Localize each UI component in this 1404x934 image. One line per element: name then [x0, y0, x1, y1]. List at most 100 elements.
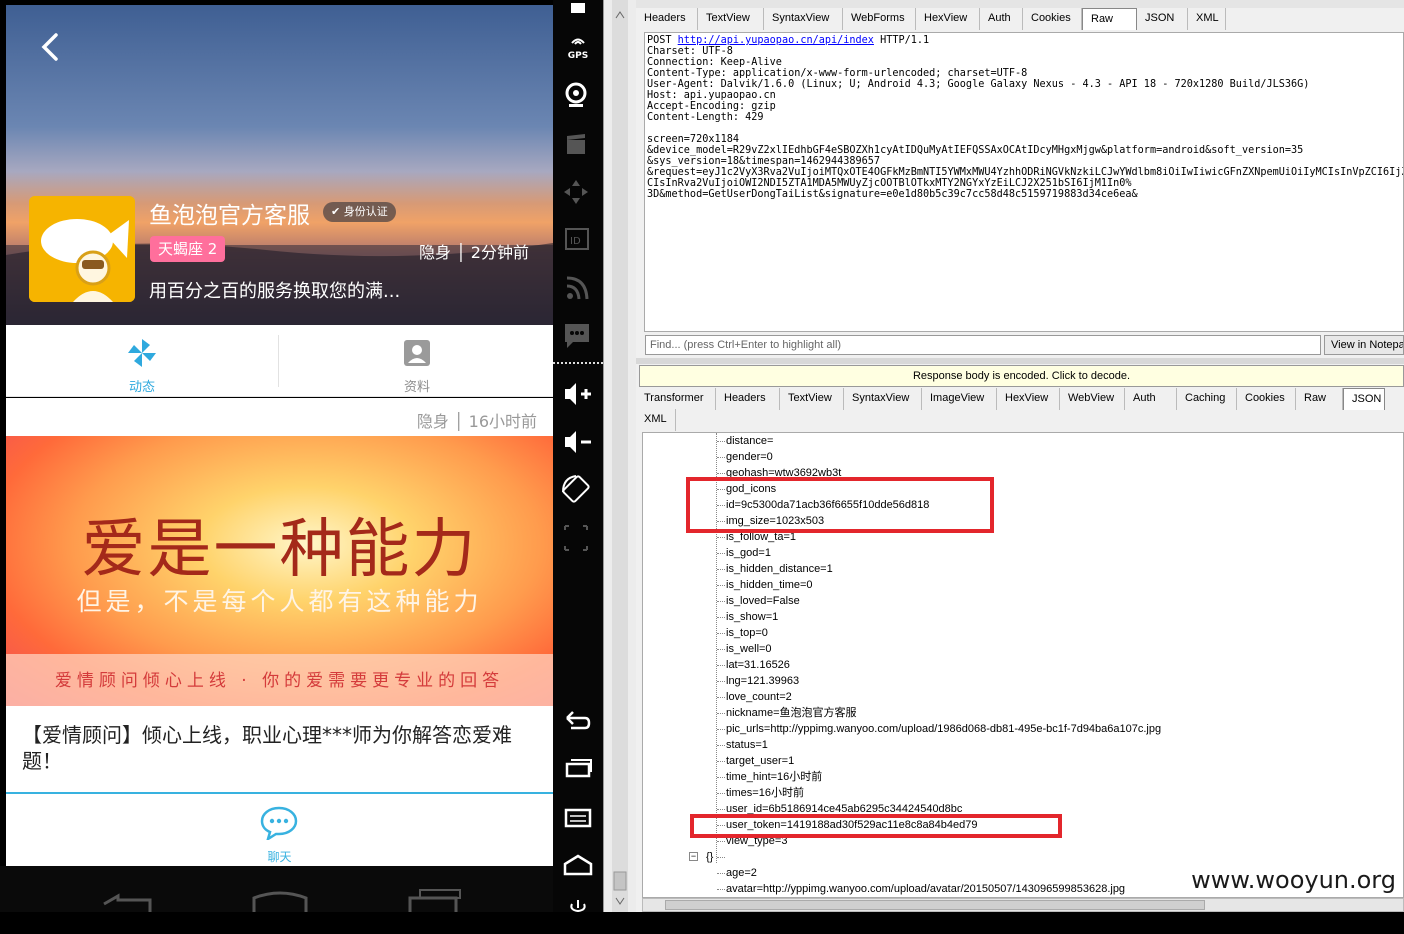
watermark: www.wooyun.org	[1191, 866, 1396, 894]
response-tab-textview[interactable]: TextView	[780, 388, 844, 410]
request-protocol: HTTP/1.1	[873, 35, 930, 46]
response-tab-webview[interactable]: WebView	[1060, 388, 1125, 410]
volume-up-icon[interactable]	[553, 374, 603, 414]
json-tree-node[interactable]: avatar=http://yppimg.wanyoo.com/upload/a…	[726, 881, 1125, 897]
request-tab-hexview[interactable]: HexView	[916, 8, 980, 30]
back-arrow-icon[interactable]	[34, 27, 64, 67]
json-tree-node[interactable]: times=16小时前	[726, 785, 804, 801]
response-tab-raw[interactable]: Raw	[1296, 388, 1343, 410]
request-line: POST http://api.yupaopao.cn/api/index HT…	[647, 35, 1403, 46]
volume-down-icon[interactable]	[553, 422, 603, 462]
response-tab-caching[interactable]: Caching	[1177, 388, 1237, 410]
request-tab-headers[interactable]: Headers	[636, 8, 698, 30]
json-tree-node[interactable]: gender=0	[726, 449, 773, 465]
request-raw-line: Content-Length: 429	[647, 112, 764, 123]
json-tree-node[interactable]: is_god=1	[726, 545, 771, 561]
json-tree-node[interactable]: lng=121.39963	[726, 673, 799, 689]
decode-notice-bar[interactable]: Response body is encoded. Click to decod…	[639, 365, 1404, 387]
request-url-link[interactable]: http://api.yupaopao.cn/api/index	[678, 35, 874, 46]
scroll-thumb[interactable]	[665, 900, 1205, 910]
highlight-box-user-token	[690, 814, 1062, 838]
rotate-icon[interactable]	[553, 470, 603, 510]
tree-connector	[717, 729, 725, 730]
webcam-icon[interactable]	[553, 78, 603, 118]
request-tab-textview[interactable]: TextView	[698, 8, 764, 30]
response-tab-headers[interactable]: Headers	[716, 388, 780, 410]
collapse-toggle-icon[interactable]: −	[689, 852, 698, 861]
request-raw-text: POST http://api.yupaopao.cn/api/index HT…	[647, 35, 1403, 200]
request-tab-webforms[interactable]: WebForms	[843, 8, 916, 30]
json-tree-node[interactable]: target_user=1	[726, 753, 794, 769]
json-tree-node[interactable]: distance=	[726, 433, 773, 449]
request-tab-raw[interactable]: Raw	[1082, 8, 1137, 30]
request-raw-line	[647, 123, 1403, 134]
json-tree-node[interactable]: nickname=鱼泡泡官方客服	[726, 705, 857, 721]
json-tree-node[interactable]: is_loved=False	[726, 593, 800, 609]
emu-home-icon[interactable]	[553, 846, 603, 886]
pane-splitter[interactable]	[636, 358, 1404, 364]
request-tab-json[interactable]: JSON	[1137, 8, 1188, 30]
request-raw-line: &device_model=R29vZ2xlIEdhbGF4eSBOZXh1cy…	[647, 145, 1304, 156]
request-raw-line: screen=720x1184	[647, 134, 740, 145]
tree-connector	[717, 553, 725, 554]
tree-connector	[717, 441, 725, 442]
tab-moments[interactable]: 动态	[6, 325, 278, 397]
json-tree-node[interactable]: is_top=0	[726, 625, 768, 641]
verified-badge: ✔ 身份认证	[323, 202, 396, 222]
response-tab-syntaxview[interactable]: SyntaxView	[844, 388, 922, 410]
request-raw-line: Content-Type: application/x-www-form-url…	[647, 68, 1028, 79]
request-raw-line: Accept-Encoding: gzip	[647, 101, 776, 112]
json-tree-node[interactable]: love_count=2	[726, 689, 792, 705]
avatar[interactable]	[29, 196, 135, 302]
scale-icon	[553, 518, 603, 558]
nav-back-icon	[103, 893, 152, 912]
response-tab-json[interactable]: JSON	[1343, 388, 1385, 410]
request-tab-syntaxview[interactable]: SyntaxView	[764, 8, 843, 30]
response-tab-imageview[interactable]: ImageView	[922, 388, 997, 410]
response-tab-cookies[interactable]: Cookies	[1237, 388, 1296, 410]
gps-button[interactable]: GPS	[553, 32, 603, 72]
highlight-box-god-icons	[686, 477, 994, 533]
json-tree-node[interactable]: pic_urls=http://yppimg.wanyoo.com/upload…	[726, 721, 1161, 737]
json-tree-node[interactable]: lat=31.16526	[726, 657, 790, 673]
response-tab-auth[interactable]: Auth	[1125, 388, 1177, 410]
json-tree-node[interactable]: is_hidden_time=0	[726, 577, 813, 593]
request-tab-cookies[interactable]: Cookies	[1023, 8, 1082, 30]
tree-connector	[717, 809, 725, 810]
emu-back-icon[interactable]	[553, 702, 603, 742]
horizontal-scrollbar[interactable]	[642, 898, 1404, 912]
response-tab-xml[interactable]: XML	[636, 409, 676, 431]
emu-recents-icon[interactable]	[553, 750, 603, 790]
json-tree-node[interactable]: is_show=1	[726, 609, 778, 625]
post-image-ribbon-text: 爱情顾问倾心上线 · 你的爱需要更专业的回答	[54, 671, 505, 691]
post-image[interactable]: 爱是一种能力 但是，不是每个人都有这种能力 爱情顾问倾心上线 · 你的爱需要更专…	[6, 436, 553, 706]
response-tab-transformer[interactable]: Transformer	[636, 388, 716, 410]
post-meta-bar: 隐身 │ 16小时前	[6, 398, 553, 436]
emu-menu-icon[interactable]	[553, 798, 603, 838]
request-tab-xml[interactable]: XML	[1188, 8, 1226, 30]
json-tree-node[interactable]: is_hidden_distance=1	[726, 561, 833, 577]
contact-card-icon	[404, 340, 430, 366]
tree-connector	[717, 585, 725, 586]
vertical-scrollbar[interactable]	[612, 0, 628, 912]
find-input[interactable]: Find... (press Ctrl+Enter to highlight a…	[645, 335, 1321, 355]
chat-button[interactable]: 聊天	[6, 792, 553, 866]
request-raw-view[interactable]: POST http://api.yupaopao.cn/api/index HT…	[644, 32, 1404, 332]
json-tree-node[interactable]: status=1	[726, 737, 768, 753]
fiddler-main-tabs	[636, 0, 1404, 8]
tree-connector	[717, 793, 725, 794]
response-tab-hexview[interactable]: HexView	[997, 388, 1060, 410]
profile-name: 鱼泡泡官方客服	[149, 203, 310, 229]
emu-power-icon[interactable]	[553, 894, 603, 934]
json-tree-node[interactable]: is_well=0	[726, 641, 772, 657]
json-tree-node[interactable]: age=2	[726, 865, 757, 881]
request-tab-auth[interactable]: Auth	[980, 8, 1023, 30]
request-raw-line: User-Agent: Dalvik/1.6.0 (Linux; U; Andr…	[647, 79, 1310, 90]
json-tree-node[interactable]: {}	[706, 849, 713, 865]
toolbar-separator	[553, 362, 603, 364]
tab-profile[interactable]: 资料	[281, 325, 553, 397]
view-in-notepad-button[interactable]: View in Notepad	[1324, 335, 1404, 355]
json-tree-node[interactable]: time_hint=16小时前	[726, 769, 822, 785]
zodiac-badge: 天蝎座 2	[150, 236, 226, 262]
fiddler-inspector: Headers TextView SyntaxView WebForms HexView…	[636, 0, 1404, 912]
